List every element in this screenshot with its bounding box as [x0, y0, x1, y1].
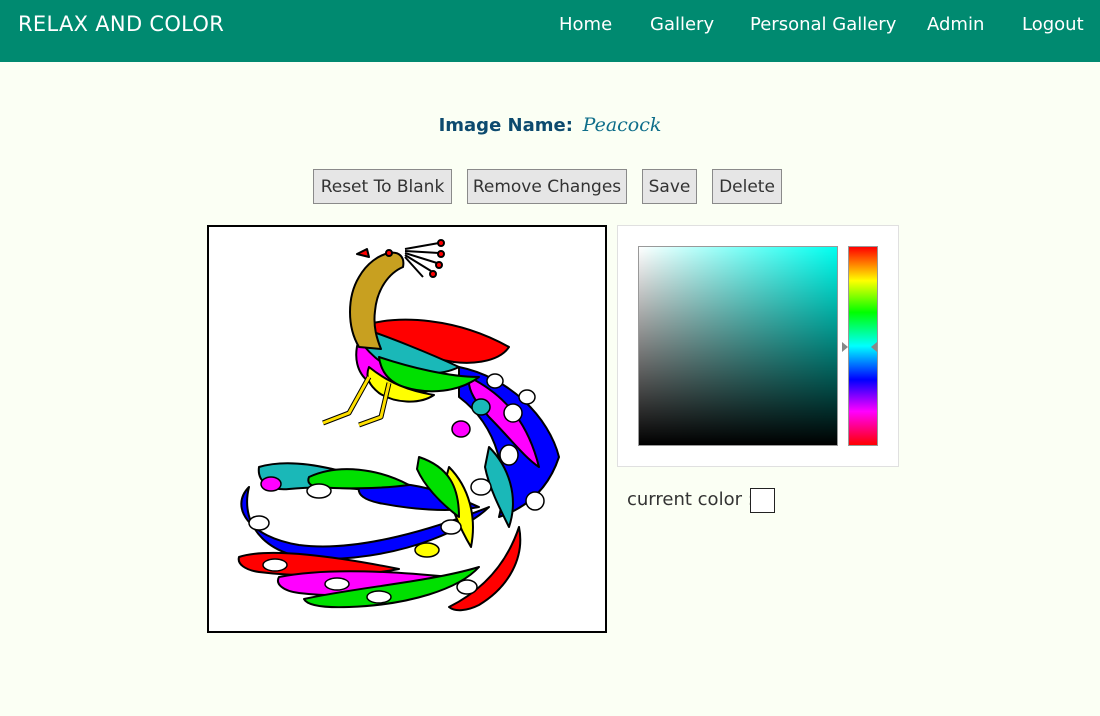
- peacock-illustration[interactable]: [209, 227, 605, 631]
- remove-changes-button[interactable]: Remove Changes: [467, 169, 627, 204]
- current-color-swatch: [750, 488, 775, 513]
- save-button[interactable]: Save: [642, 169, 697, 204]
- nav-link-admin[interactable]: Admin: [927, 14, 984, 35]
- current-color-label: current color :: [627, 489, 754, 510]
- image-name-row: Image Name: Peacock: [0, 114, 1100, 136]
- hue-slider-handle-right[interactable]: [871, 342, 877, 352]
- nav-link-home[interactable]: Home: [559, 14, 612, 35]
- nav-link-personal-gallery[interactable]: Personal Gallery: [750, 14, 896, 35]
- navbar: RELAX AND COLOR Home Gallery Personal Ga…: [0, 0, 1100, 62]
- reset-to-blank-button[interactable]: Reset To Blank: [313, 169, 452, 204]
- coloring-canvas[interactable]: [207, 225, 607, 633]
- nav-link-gallery[interactable]: Gallery: [650, 14, 714, 35]
- nav-link-logout[interactable]: Logout: [1022, 14, 1084, 35]
- hue-slider-handle-left[interactable]: [842, 342, 848, 352]
- image-name-value: Peacock: [582, 114, 662, 136]
- delete-button[interactable]: Delete: [712, 169, 782, 204]
- color-picker-panel: [617, 225, 899, 467]
- brand-logo[interactable]: RELAX AND COLOR: [18, 12, 224, 36]
- image-name-label: Image Name:: [438, 115, 573, 136]
- saturation-value-picker[interactable]: [638, 246, 838, 446]
